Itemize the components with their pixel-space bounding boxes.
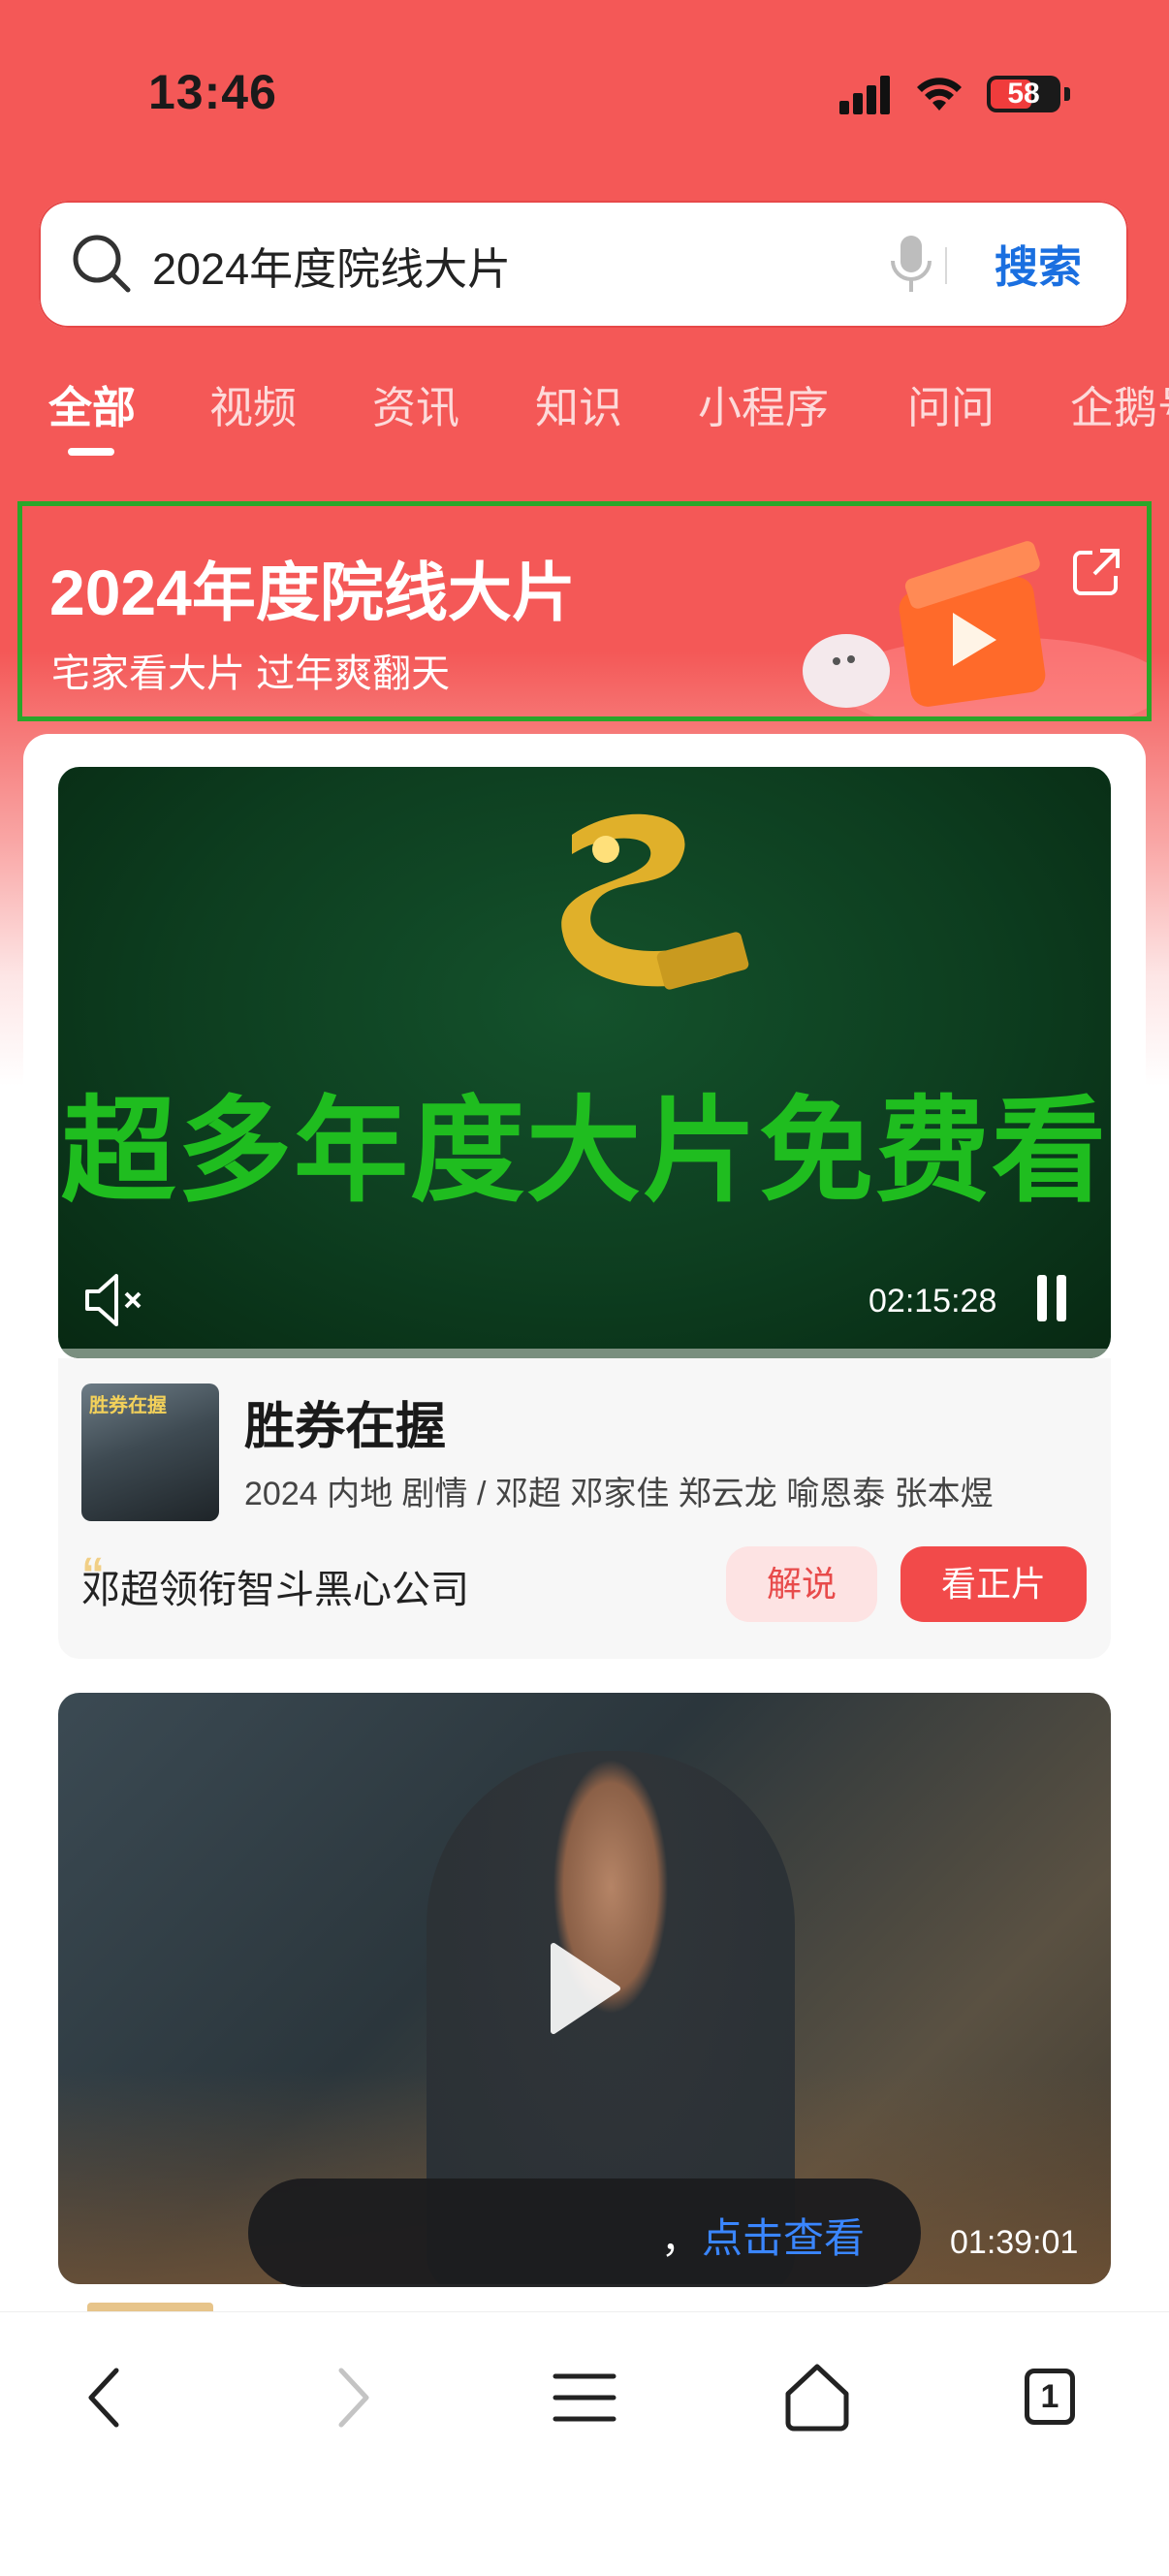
tab-video[interactable]: 视频 bbox=[209, 372, 297, 435]
pause-icon[interactable] bbox=[1037, 1275, 1066, 1321]
video-player-1[interactable]: 超多年度大片免费看 02:15:28 bbox=[58, 767, 1111, 1358]
status-time: 13:46 bbox=[148, 65, 277, 119]
category-tabs: 全部 视频 资讯 知识 小程序 问问 企鹅号 bbox=[0, 359, 1169, 456]
tab-indicator bbox=[68, 448, 114, 456]
video-duration: 02:15:28 bbox=[869, 1283, 997, 1320]
watch-full-button[interactable]: 看正片 bbox=[900, 1546, 1087, 1622]
movie-info-card[interactable]: 胜券在握 胜券在握 2024 内地 剧情 / 邓超 邓家佳 郑云龙 喻恩泰 张本… bbox=[58, 1358, 1111, 1659]
clapperboard-illustration bbox=[803, 541, 1147, 716]
search-input[interactable]: 2024年度院线大片 bbox=[152, 234, 511, 297]
wifi-icon bbox=[917, 78, 962, 111]
menu-icon[interactable] bbox=[546, 2359, 623, 2436]
tab-knowledge[interactable]: 知识 bbox=[535, 372, 622, 435]
topic-banner[interactable]: 2024年度院线大片 宅家看大片 过年爽翻天 bbox=[17, 501, 1152, 721]
bottom-toolbar: 1 bbox=[0, 2312, 1169, 2542]
battery-icon: 58 bbox=[987, 76, 1060, 112]
movie-meta: 2024 内地 剧情 / 邓超 邓家佳 郑云龙 喻恩泰 张本煜 bbox=[244, 1476, 994, 1512]
search-icon bbox=[73, 235, 131, 293]
movie-tagline: 邓超领衔智斗黑心公司 bbox=[81, 1569, 469, 1611]
video-overlay-text: 超多年度大片免费看 bbox=[60, 1088, 1108, 1216]
toast-view-link[interactable]: 点击查看 bbox=[702, 2206, 865, 2265]
poster-title: 胜券在握 bbox=[89, 1395, 167, 1416]
tab-news[interactable]: 资讯 bbox=[372, 372, 459, 435]
search-divider bbox=[945, 247, 947, 284]
golden-dragon-logo bbox=[561, 813, 749, 990]
toast-notification: ， 点击查看 bbox=[248, 2178, 921, 2287]
explain-button[interactable]: 解说 bbox=[726, 1546, 877, 1622]
search-button[interactable]: 搜索 bbox=[995, 232, 1082, 295]
video-duration: 01:39:01 bbox=[950, 2224, 1079, 2261]
play-icon[interactable] bbox=[546, 1940, 623, 2037]
banner-subtitle: 宅家看大片 过年爽翻天 bbox=[51, 652, 451, 695]
tabs-counter-button[interactable]: 1 bbox=[1013, 2359, 1090, 2436]
tab-penguin[interactable]: 企鹅号 bbox=[1070, 372, 1169, 435]
back-icon[interactable] bbox=[68, 2359, 145, 2436]
home-icon[interactable] bbox=[778, 2359, 856, 2436]
battery-level: 58 bbox=[1007, 78, 1040, 110]
tab-all[interactable]: 全部 bbox=[48, 372, 136, 435]
external-link-icon[interactable] bbox=[1069, 545, 1123, 599]
movie-title[interactable]: 胜券在握 bbox=[244, 1385, 446, 1458]
banner-title: 2024年度院线大片 bbox=[49, 557, 576, 628]
microphone-icon[interactable] bbox=[884, 232, 938, 300]
movie-poster[interactable]: 胜券在握 bbox=[81, 1383, 219, 1521]
forward-icon[interactable] bbox=[312, 2359, 390, 2436]
tab-mini-program[interactable]: 小程序 bbox=[698, 372, 829, 435]
tabs-count: 1 bbox=[1040, 2378, 1059, 2415]
mute-icon[interactable] bbox=[81, 1266, 149, 1334]
status-bar: 13:46 58 bbox=[0, 0, 1169, 184]
tab-qa[interactable]: 问问 bbox=[907, 372, 995, 435]
toast-comma: ， bbox=[661, 2218, 700, 2261]
search-bar[interactable]: 2024年度院线大片 搜索 bbox=[39, 201, 1128, 328]
video-progress-bar[interactable] bbox=[58, 1349, 1111, 1358]
signal-icon bbox=[839, 76, 898, 114]
